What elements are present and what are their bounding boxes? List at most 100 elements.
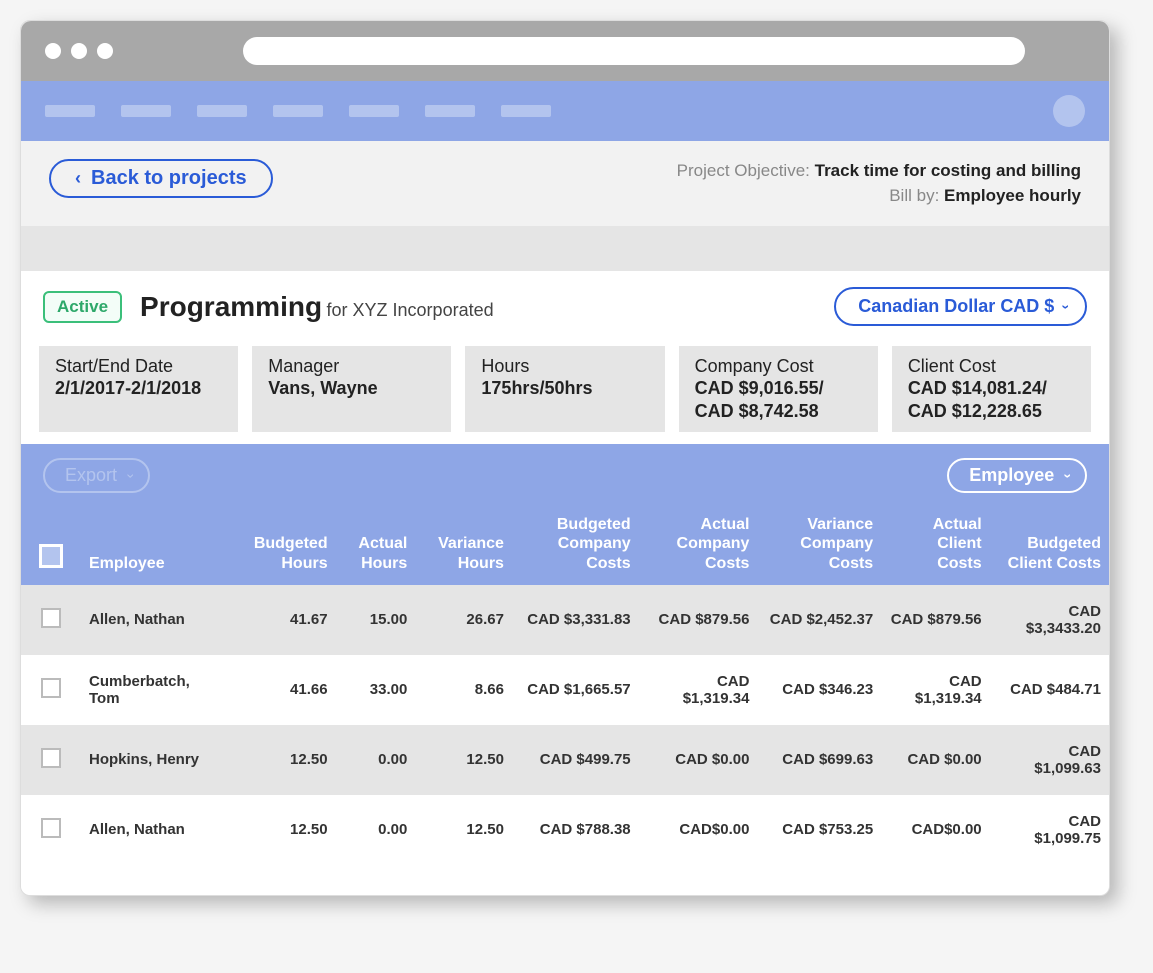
- cell-actual-client: CAD $879.56: [881, 585, 989, 655]
- cell-actual-hours: 0.00: [336, 725, 416, 795]
- cell-actual-company: CAD $0.00: [639, 725, 758, 795]
- row-checkbox[interactable]: [41, 818, 61, 838]
- date-label: Start/End Date: [55, 356, 222, 377]
- nav-item[interactable]: [273, 105, 323, 117]
- chevron-down-icon: ›: [1061, 473, 1077, 478]
- cell-budgeted-client: CAD $484.71: [990, 655, 1109, 725]
- cell-variance-company: CAD $346.23: [757, 655, 881, 725]
- hours-value: 175hrs/50hrs: [481, 377, 648, 400]
- cell-budgeted-client: CAD $1,099.75: [990, 795, 1109, 865]
- cell-name: Hopkins, Henry: [81, 725, 231, 795]
- company-cost-value: CAD $9,016.55/ CAD $8,742.58: [695, 377, 862, 422]
- nav-item[interactable]: [425, 105, 475, 117]
- project-client-prefix: for: [327, 300, 353, 320]
- cell-budgeted-hours: 41.66: [231, 655, 336, 725]
- cell-variance-hours: 8.66: [415, 655, 512, 725]
- table-row: Allen, Nathan 12.50 0.00 12.50 CAD $788.…: [21, 795, 1109, 865]
- cell-budgeted-company: CAD $788.38: [512, 795, 639, 865]
- status-badge: Active: [43, 291, 122, 323]
- row-checkbox[interactable]: [41, 678, 61, 698]
- company-cost-label: Company Cost: [695, 356, 862, 377]
- employee-table: Employee Budgeted Hours Actual Hours Var…: [21, 507, 1109, 865]
- cell-actual-client: CAD $1,319.34: [881, 655, 989, 725]
- table-row: Cumberbatch, Tom 41.66 33.00 8.66 CAD $1…: [21, 655, 1109, 725]
- info-cards: Start/End Date 2/1/2017-2/1/2018 Manager…: [21, 340, 1109, 444]
- cell-name: Cumberbatch, Tom: [81, 655, 231, 725]
- view-select[interactable]: Employee ›: [947, 458, 1087, 493]
- cell-actual-hours: 33.00: [336, 655, 416, 725]
- client-cost-label: Client Cost: [908, 356, 1075, 377]
- col-actual-client: Actual Client Costs: [881, 507, 989, 585]
- cell-budgeted-client: CAD $3,3433.20: [990, 585, 1109, 655]
- cell-budgeted-hours: 41.67: [231, 585, 336, 655]
- row-checkbox[interactable]: [41, 748, 61, 768]
- table-row: Hopkins, Henry 12.50 0.00 12.50 CAD $499…: [21, 725, 1109, 795]
- nav-item[interactable]: [121, 105, 171, 117]
- sub-header: ‹ Back to projects Project Objective: Tr…: [21, 141, 1109, 227]
- col-employee: Employee: [81, 507, 231, 585]
- bill-by-label: Bill by:: [889, 186, 944, 205]
- chevron-left-icon: ‹: [75, 168, 81, 189]
- objective-label: Project Objective:: [677, 161, 815, 180]
- window-control-dot[interactable]: [71, 43, 87, 59]
- info-card-hours: Hours 175hrs/50hrs: [465, 346, 664, 432]
- cell-name: Allen, Nathan: [81, 585, 231, 655]
- col-budgeted-client: Budgeted Client Costs: [990, 507, 1109, 585]
- cell-variance-hours: 12.50: [415, 795, 512, 865]
- view-label: Employee: [969, 465, 1054, 486]
- currency-select[interactable]: Canadian Dollar CAD $ ›: [834, 287, 1087, 326]
- window-control-dot[interactable]: [45, 43, 61, 59]
- nav-item[interactable]: [501, 105, 551, 117]
- project-title: Programming: [140, 291, 322, 322]
- browser-chrome: [21, 21, 1109, 81]
- cell-budgeted-company: CAD $1,665.57: [512, 655, 639, 725]
- nav-item[interactable]: [197, 105, 247, 117]
- back-to-projects-button[interactable]: ‹ Back to projects: [49, 159, 273, 198]
- cell-actual-client: CAD$0.00: [881, 795, 989, 865]
- select-all-checkbox[interactable]: [39, 544, 63, 568]
- cell-variance-hours: 12.50: [415, 725, 512, 795]
- app-window: ‹ Back to projects Project Objective: Tr…: [20, 20, 1110, 896]
- window-control-dot[interactable]: [97, 43, 113, 59]
- row-checkbox[interactable]: [41, 608, 61, 628]
- spacer-band: [21, 227, 1109, 271]
- bill-by-value: Employee hourly: [944, 186, 1081, 205]
- table-controls: Export › Employee ›: [21, 444, 1109, 507]
- date-value: 2/1/2017-2/1/2018: [55, 377, 222, 400]
- col-actual-company: Actual Company Costs: [639, 507, 758, 585]
- cell-name: Allen, Nathan: [81, 795, 231, 865]
- cell-budgeted-client: CAD $1,099.63: [990, 725, 1109, 795]
- cell-actual-hours: 15.00: [336, 585, 416, 655]
- info-card-manager: Manager Vans, Wayne: [252, 346, 451, 432]
- project-client: XYZ Incorporated: [353, 300, 494, 320]
- project-meta: Project Objective: Track time for costin…: [677, 159, 1081, 208]
- cell-actual-client: CAD $0.00: [881, 725, 989, 795]
- col-budgeted-hours: Budgeted Hours: [231, 507, 336, 585]
- table-row: Allen, Nathan 41.67 15.00 26.67 CAD $3,3…: [21, 585, 1109, 655]
- col-variance-company: Variance Company Costs: [757, 507, 881, 585]
- cell-budgeted-company: CAD $499.75: [512, 725, 639, 795]
- cell-actual-hours: 0.00: [336, 795, 416, 865]
- cell-variance-company: CAD $2,452.37: [757, 585, 881, 655]
- export-label: Export: [65, 465, 117, 486]
- manager-label: Manager: [268, 356, 435, 377]
- col-variance-hours: Variance Hours: [415, 507, 512, 585]
- nav-item[interactable]: [349, 105, 399, 117]
- col-actual-hours: Actual Hours: [336, 507, 416, 585]
- cell-variance-company: CAD $699.63: [757, 725, 881, 795]
- cell-variance-hours: 26.67: [415, 585, 512, 655]
- hours-label: Hours: [481, 356, 648, 377]
- nav-item[interactable]: [45, 105, 95, 117]
- manager-value: Vans, Wayne: [268, 377, 435, 400]
- client-cost-value: CAD $14,081.24/ CAD $12,228.65: [908, 377, 1075, 422]
- cell-actual-company: CAD $879.56: [639, 585, 758, 655]
- chevron-down-icon: ›: [123, 473, 139, 478]
- top-nav: [21, 81, 1109, 141]
- export-select[interactable]: Export ›: [43, 458, 150, 493]
- cell-budgeted-hours: 12.50: [231, 795, 336, 865]
- avatar[interactable]: [1053, 95, 1085, 127]
- chevron-down-icon: ›: [1059, 304, 1075, 309]
- url-bar[interactable]: [243, 37, 1025, 65]
- cell-budgeted-hours: 12.50: [231, 725, 336, 795]
- info-card-date: Start/End Date 2/1/2017-2/1/2018: [39, 346, 238, 432]
